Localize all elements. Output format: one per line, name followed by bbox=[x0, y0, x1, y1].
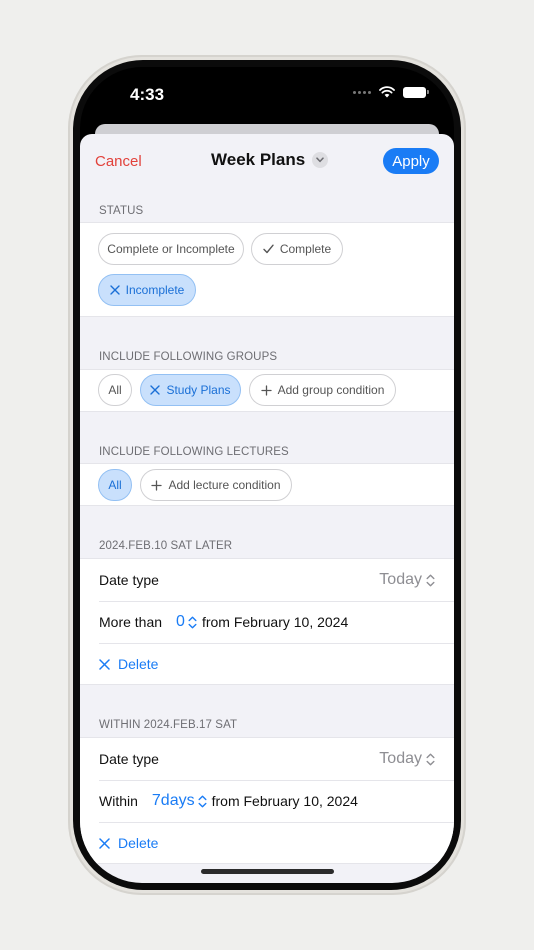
chip-label: All bbox=[108, 383, 122, 397]
later-section-header: 2024.FEB.10 SAT LATER bbox=[99, 540, 233, 552]
within-date-type-picker[interactable]: Today bbox=[379, 738, 435, 780]
within-card: Date type Today Within 7days from Februa… bbox=[80, 737, 454, 864]
apply-button[interactable]: Apply bbox=[383, 148, 439, 174]
status-card: Complete or Incomplete Complete Incomple… bbox=[80, 222, 454, 317]
add-group-condition-button[interactable]: Add group condition bbox=[249, 374, 396, 406]
chip-label: All bbox=[108, 478, 122, 492]
chip-label: Complete or Incomplete bbox=[107, 242, 235, 256]
chevron-down-icon[interactable] bbox=[312, 152, 329, 168]
battery-icon bbox=[403, 86, 429, 98]
date-type-value: Today bbox=[379, 571, 422, 588]
chevron-up-down-icon bbox=[426, 574, 435, 586]
date-type-label: Date type bbox=[99, 751, 159, 767]
within-label: Within bbox=[99, 793, 138, 809]
close-icon bbox=[99, 658, 110, 670]
filter-sheet: Cancel Week Plans Apply STATUS Complete … bbox=[80, 134, 454, 883]
within-date-type-row[interactable]: Date type Today bbox=[99, 738, 435, 780]
close-icon[interactable] bbox=[109, 285, 120, 295]
more-than-value: 0 bbox=[176, 613, 185, 630]
home-indicator[interactable] bbox=[201, 869, 334, 874]
later-card: Date type Today More than 0 from Februar… bbox=[80, 558, 454, 685]
date-type-value: Today bbox=[379, 750, 422, 767]
chip-label: Add group condition bbox=[277, 383, 385, 397]
plus-icon bbox=[151, 479, 163, 491]
within-section-header: WITHIN 2024.FEB.17 SAT bbox=[99, 719, 238, 731]
from-date-text: from February 10, 2024 bbox=[211, 793, 358, 809]
lecture-chip-all[interactable]: All bbox=[98, 469, 132, 501]
chevron-up-down-icon bbox=[188, 616, 197, 628]
lectures-card: All Add lecture condition bbox=[80, 463, 454, 506]
date-type-label: Date type bbox=[99, 572, 159, 588]
chip-label: Complete bbox=[279, 242, 332, 256]
delete-label: Delete bbox=[118, 835, 159, 851]
close-icon[interactable] bbox=[150, 385, 161, 395]
delete-label: Delete bbox=[118, 656, 159, 672]
later-date-type-picker[interactable]: Today bbox=[379, 559, 435, 601]
more-than-label: More than bbox=[99, 614, 163, 630]
status-chip-incomplete[interactable]: Incomplete bbox=[98, 274, 196, 306]
lectures-section-header: INCLUDE FOLLOWING LECTURES bbox=[99, 446, 289, 458]
status-section-header: STATUS bbox=[99, 205, 144, 217]
within-days-stepper[interactable]: 7days bbox=[152, 792, 207, 810]
from-date-text: from February 10, 2024 bbox=[201, 614, 349, 630]
chip-label: Study Plans bbox=[166, 383, 231, 397]
wifi-icon bbox=[379, 86, 395, 98]
chevron-up-down-icon bbox=[198, 795, 207, 807]
later-delete-button[interactable]: Delete bbox=[99, 643, 435, 685]
groups-section-header: INCLUDE FOLLOWING GROUPS bbox=[99, 351, 278, 363]
page-title: Week Plans bbox=[211, 150, 306, 169]
chevron-up-down-icon bbox=[426, 753, 435, 765]
cancel-button[interactable]: Cancel bbox=[95, 153, 142, 170]
chip-label: Incomplete bbox=[125, 283, 185, 297]
group-chip-study-plans[interactable]: Study Plans bbox=[140, 374, 241, 406]
status-chip-complete[interactable]: Complete bbox=[251, 233, 343, 265]
within-days-row: Within 7days from February 10, 2024 bbox=[99, 780, 435, 822]
title-menu[interactable]: Week Plans bbox=[211, 150, 329, 170]
groups-card: All Study Plans Add group condition bbox=[80, 369, 454, 412]
nav-bar: Cancel Week Plans Apply bbox=[80, 134, 454, 188]
phone-screen: 4:33 Cancel Week Plans Apply STATUS Comp… bbox=[80, 67, 454, 883]
within-days-value: 7days bbox=[151, 792, 195, 809]
checkmark-icon bbox=[263, 244, 274, 254]
chip-label: Add lecture condition bbox=[168, 478, 281, 492]
status-indicators bbox=[353, 86, 429, 98]
cellular-signal-icon bbox=[353, 90, 371, 94]
status-time: 4:33 bbox=[130, 85, 165, 104]
close-icon bbox=[99, 837, 110, 849]
add-lecture-condition-button[interactable]: Add lecture condition bbox=[140, 469, 292, 501]
status-chip-complete-or-incomplete[interactable]: Complete or Incomplete bbox=[98, 233, 244, 265]
within-delete-button[interactable]: Delete bbox=[99, 822, 435, 864]
later-date-type-row[interactable]: Date type Today bbox=[99, 559, 435, 601]
group-chip-all[interactable]: All bbox=[98, 374, 132, 406]
more-than-stepper[interactable]: 0 bbox=[176, 613, 197, 631]
plus-icon bbox=[260, 384, 272, 396]
later-more-than-row: More than 0 from February 10, 2024 bbox=[99, 601, 435, 643]
